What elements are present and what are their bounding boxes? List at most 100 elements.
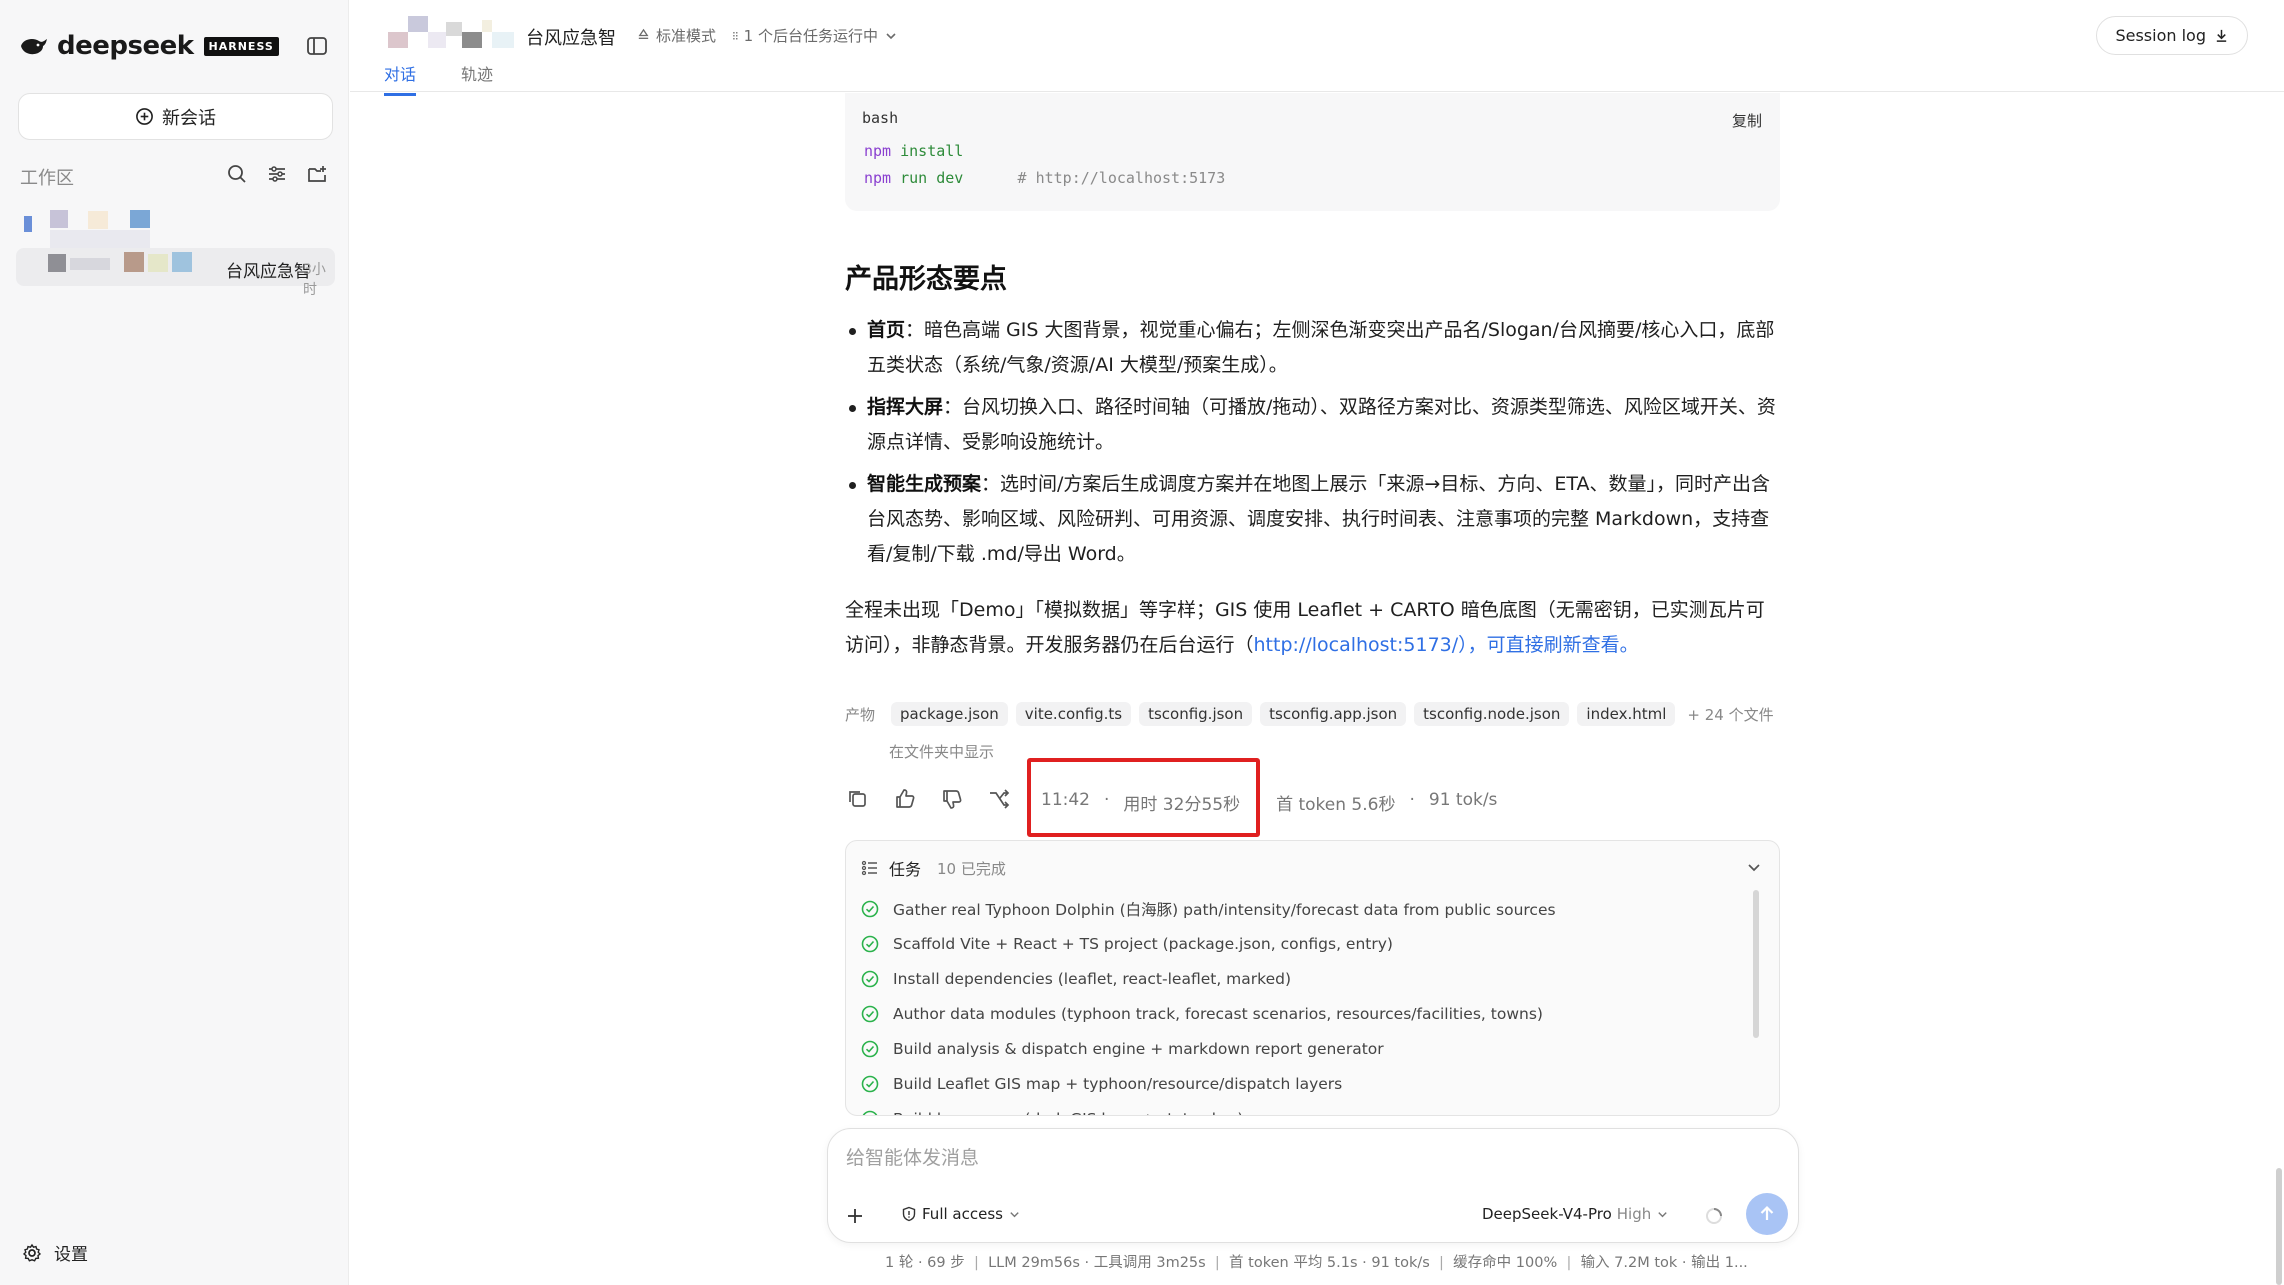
task-item: Install dependencies (leaflet, react-lea…	[861, 961, 1556, 996]
page-scrollbar[interactable]	[2276, 1168, 2282, 1285]
recycle-icon	[638, 28, 649, 39]
tasks-panel: 任务 10 已完成 Gather real Typhoon Dolphin (白…	[845, 840, 1780, 1116]
branch-icon[interactable]	[986, 786, 1012, 812]
conversation-title: 台风应急智	[526, 28, 616, 49]
code-line: npm install	[864, 142, 964, 160]
stat-turns: 1 轮 · 69 步	[885, 1255, 965, 1271]
model-selector[interactable]: DeepSeek-V4-Pro High	[1482, 1205, 1669, 1223]
filter-icon[interactable]	[266, 163, 288, 185]
task-item: Build Leaflet GIS map + typhoon/resource…	[861, 1066, 1556, 1101]
thumbs-up-icon[interactable]	[892, 786, 918, 812]
check-circle-icon	[861, 935, 879, 952]
task-item: Author data modules (typhoon track, fore…	[861, 996, 1556, 1031]
background-tasks-dropdown[interactable]: ⁝⁝ 1 个后台任务运行中	[732, 25, 898, 46]
loading-spinner-icon	[1703, 1205, 1725, 1227]
tab-conversation[interactable]: 对话	[384, 61, 417, 96]
artifact-chip[interactable]: package.json	[891, 702, 1008, 726]
shield-icon	[902, 1206, 916, 1222]
artifact-chip[interactable]: tsconfig.node.json	[1414, 702, 1570, 726]
feature-list: 首页：暗色高端 GIS 大图背景，视觉重心偏右；左侧深色渐变突出产品名/Slog…	[845, 313, 1780, 579]
sidebar: deepseek HARNESS 新会话 工作区 台风应急智 3小时 设置	[0, 0, 349, 1285]
stat-llm-time: LLM 29m56s · 工具调用 3m25s	[965, 1255, 1206, 1271]
session-log-button[interactable]: Session log	[2096, 16, 2248, 55]
access-level-label: Full access	[922, 1205, 1003, 1223]
task-label: Build Leaflet GIS map + typhoon/resource…	[893, 1074, 1343, 1093]
tasks-count: 10 已完成	[937, 859, 1006, 878]
chevron-down-icon[interactable]	[1744, 857, 1764, 877]
session-stats-bar: 1 轮 · 69 步LLM 29m56s · 工具调用 3m25s首 token…	[885, 1251, 1748, 1272]
artifact-chip[interactable]: tsconfig.json	[1139, 702, 1253, 726]
task-label: Build analysis & dispatch engine + markd…	[893, 1039, 1384, 1058]
first-token-latency: 首 token 5.6秒	[1276, 795, 1396, 815]
project-name-redacted	[388, 16, 528, 48]
show-in-folder-link[interactable]: 在文件夹中显示	[889, 741, 994, 762]
list-item: 首页：暗色高端 GIS 大图背景，视觉重心偏右；左侧深色渐变突出产品名/Slog…	[845, 313, 1780, 383]
mode-indicator[interactable]: 标准模式	[636, 25, 716, 46]
workspace-label: 工作区	[20, 168, 74, 189]
task-label: Install dependencies (leaflet, react-lea…	[893, 969, 1291, 988]
message-actions	[845, 786, 1012, 812]
task-item: Scaffold Vite + React + TS project (pack…	[861, 926, 1556, 961]
red-highlight-box	[1027, 758, 1260, 837]
task-item: Build analysis & dispatch engine + markd…	[861, 1031, 1556, 1066]
model-name: DeepSeek-V4-Pro	[1482, 1205, 1612, 1223]
background-tasks-label: 1 个后台任务运行中	[743, 27, 878, 45]
localhost-link[interactable]: http://localhost:5173/	[1254, 634, 1459, 656]
task-label: Build homepage (dark GIS hero + status b…	[893, 1110, 1243, 1116]
workspace-folder-redacted[interactable]	[24, 208, 154, 248]
copy-code-button[interactable]: 复制	[1732, 110, 1762, 131]
refresh-link-tail[interactable]: ），可直接刷新查看。	[1458, 634, 1639, 656]
task-label: Scaffold Vite + React + TS project (pack…	[893, 934, 1393, 953]
conversation-title: 台风应急智	[226, 262, 311, 282]
list-item: 指挥大屏：台风切换入口、路径时间轴（可播放/拖动）、双路径方案对比、资源类型筛选…	[845, 390, 1780, 460]
thumbs-down-icon[interactable]	[939, 786, 965, 812]
check-circle-icon	[861, 1040, 879, 1057]
plus-circle-icon	[136, 108, 153, 125]
artifact-chip[interactable]: index.html	[1577, 702, 1676, 726]
attach-plus-icon[interactable]	[840, 1201, 870, 1231]
arrow-up-icon	[1760, 1205, 1774, 1220]
tab-trace[interactable]: 轨迹	[461, 61, 493, 96]
artifacts-row: 产物 package.json vite.config.ts tsconfig.…	[845, 702, 1780, 726]
conversation-item[interactable]: 台风应急智 3小时	[16, 248, 335, 298]
section-heading: 产品形态要点	[845, 264, 1007, 295]
code-block: bash 复制 npm install npm run dev # http:/…	[845, 93, 1780, 211]
list-item: 智能生成预案：选时间/方案后生成调度方案并在地图上展示「来源→目标、方向、ETA…	[845, 467, 1780, 572]
settings-label: 设置	[54, 1245, 88, 1265]
code-line: npm run dev # http://localhost:5173	[864, 169, 1226, 187]
check-circle-icon	[861, 900, 879, 917]
settings-button[interactable]: 设置	[22, 1240, 88, 1265]
task-list-icon	[861, 860, 877, 876]
token-speed: 91 tok/s	[1428, 790, 1498, 810]
deepseek-logo[interactable]: deepseek HARNESS	[19, 31, 279, 61]
access-level-dropdown[interactable]: Full access	[901, 1205, 1021, 1223]
new-chat-label: 新会话	[162, 107, 216, 129]
message-input[interactable]	[846, 1147, 1746, 1169]
check-circle-icon	[861, 970, 879, 987]
artifacts-label: 产物	[845, 705, 876, 724]
chevron-down-icon	[1658, 1211, 1667, 1217]
mode-label: 标准模式	[656, 27, 717, 45]
search-icon[interactable]	[226, 163, 248, 185]
task-label: Author data modules (typhoon track, fore…	[893, 1004, 1543, 1023]
collapse-sidebar-icon[interactable]	[304, 33, 330, 59]
whale-icon	[21, 38, 47, 55]
artifact-chip[interactable]: vite.config.ts	[1015, 702, 1132, 726]
gear-icon	[22, 1243, 42, 1262]
chevron-down-icon	[1010, 1211, 1019, 1217]
code-language: bash	[862, 109, 899, 127]
stat-tokens: 输入 7.2M tok · 输出 1...	[1557, 1255, 1748, 1271]
check-circle-icon	[861, 1075, 879, 1092]
tasks-title: 任务	[889, 860, 922, 879]
new-chat-button[interactable]: 新会话	[18, 93, 333, 140]
task-list: Gather real Typhoon Dolphin (白海豚) path/i…	[861, 891, 1556, 1116]
download-icon	[2216, 29, 2227, 42]
new-folder-icon[interactable]	[306, 163, 328, 185]
send-button[interactable]	[1746, 1193, 1788, 1235]
copy-icon[interactable]	[845, 786, 871, 812]
tasks-scrollbar[interactable]	[1753, 890, 1759, 1038]
artifact-chip[interactable]: tsconfig.app.json	[1260, 702, 1407, 726]
more-files-link[interactable]: + 24 个文件	[1687, 704, 1773, 725]
message-composer: Full access DeepSeek-V4-Pro High	[827, 1128, 1799, 1243]
conversation-title-redacted	[48, 250, 198, 276]
